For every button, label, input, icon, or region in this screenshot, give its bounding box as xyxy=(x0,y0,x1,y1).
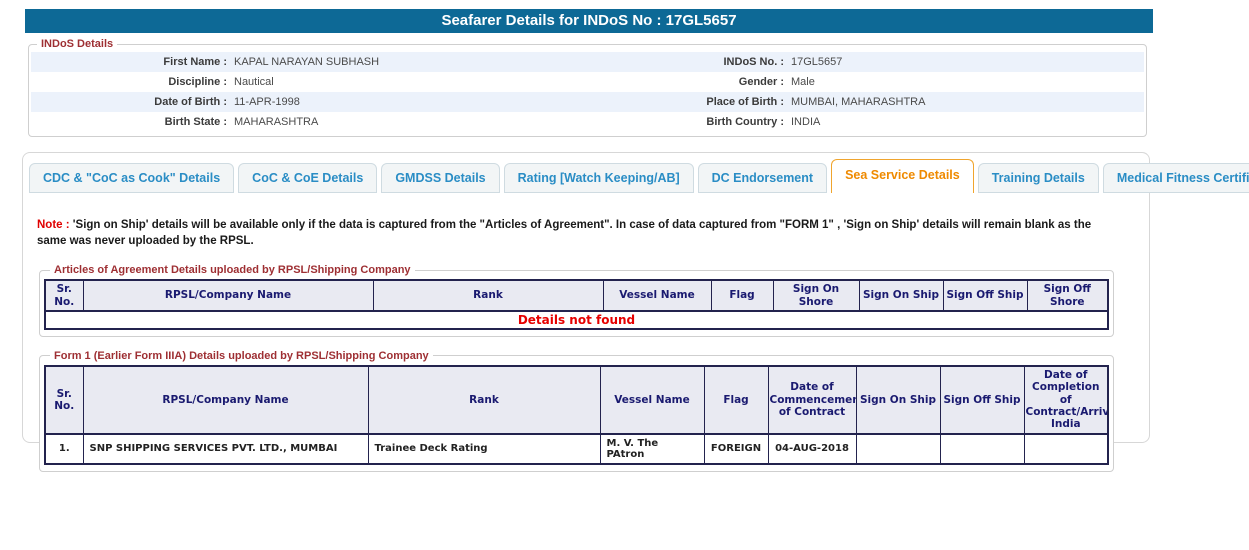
form1-col-date-commencement: Date of Commencement of Contract xyxy=(768,366,856,434)
gender-label: Gender : xyxy=(636,76,791,88)
note-prefix: Note : xyxy=(37,219,70,231)
indos-details-section: INDoS Details First Name : KAPAL NARAYAN… xyxy=(28,38,1147,137)
indos-details-legend: INDoS Details xyxy=(37,38,117,50)
articles-table: Sr. No. RPSL/Company Name Rank Vessel Na… xyxy=(44,279,1109,330)
indos-row-state: Birth State : MAHARASHTRA Birth Country … xyxy=(31,112,1144,132)
form1-col-date-completion: Date of Completion of Contract/Arriving … xyxy=(1024,366,1108,434)
form1-col-flag: Flag xyxy=(704,366,768,434)
tab-training-details[interactable]: Training Details xyxy=(978,163,1099,193)
indos-no-value: 17GL5657 xyxy=(791,56,1144,68)
form1-col-sr-no: Sr. No. xyxy=(45,366,83,434)
details-not-found-message: Details not found xyxy=(45,311,1108,329)
articles-col-sign-on-shore: Sign On Shore xyxy=(773,280,859,311)
form1-col-sign-on-ship: Sign On Ship xyxy=(856,366,940,434)
form1-cell-sr-no: 1. xyxy=(45,434,83,464)
form1-data-row: 1. SNP SHIPPING SERVICES PVT. LTD., MUMB… xyxy=(45,434,1108,464)
articles-of-agreement-section: Articles of Agreement Details uploaded b… xyxy=(39,264,1114,337)
form1-cell-date-commencement: 04-AUG-2018 xyxy=(768,434,856,464)
form1-header-row: Sr. No. RPSL/Company Name Rank Vessel Na… xyxy=(45,366,1108,434)
articles-col-flag: Flag xyxy=(711,280,773,311)
form1-col-rank: Rank xyxy=(368,366,600,434)
form1-section: Form 1 (Earlier Form IIIA) Details uploa… xyxy=(39,350,1114,472)
form1-cell-rank: Trainee Deck Rating xyxy=(368,434,600,464)
place-of-birth-value: MUMBAI, MAHARASHTRA xyxy=(791,96,1144,108)
articles-col-sign-off-shore: Sign Off Shore xyxy=(1027,280,1108,311)
page-title: Seafarer Details for INDoS No : 17GL5657 xyxy=(25,9,1153,33)
gender-value: Male xyxy=(791,76,1144,88)
form1-col-company: RPSL/Company Name xyxy=(83,366,368,434)
form1-col-vessel: Vessel Name xyxy=(600,366,704,434)
indos-row-birth: Date of Birth : 11-APR-1998 Place of Bir… xyxy=(31,92,1144,112)
tab-coc-coe[interactable]: CoC & CoE Details xyxy=(238,163,377,193)
birth-country-label: Birth Country : xyxy=(636,116,791,128)
articles-col-company: RPSL/Company Name xyxy=(83,280,373,311)
articles-col-rank: Rank xyxy=(373,280,603,311)
tab-gmdss[interactable]: GMDSS Details xyxy=(381,163,499,193)
discipline-value: Nautical xyxy=(234,76,636,88)
tab-sea-service-details[interactable]: Sea Service Details xyxy=(831,159,974,193)
tab-bar: CDC & "CoC as Cook" Details CoC & CoE De… xyxy=(29,159,1149,193)
tab-dc-endorsement[interactable]: DC Endorsement xyxy=(698,163,827,193)
first-name-value: KAPAL NARAYAN SUBHASH xyxy=(234,56,636,68)
form1-cell-sign-off-ship xyxy=(940,434,1024,464)
birth-state-label: Birth State : xyxy=(31,116,234,128)
birth-country-value: INDIA xyxy=(791,116,1144,128)
articles-empty-row: Details not found xyxy=(45,311,1108,329)
tab-panel: CDC & "CoC as Cook" Details CoC & CoE De… xyxy=(22,152,1150,443)
indos-row-discipline: Discipline : Nautical Gender : Male xyxy=(31,72,1144,92)
articles-legend: Articles of Agreement Details uploaded b… xyxy=(50,264,415,276)
tab-medical-fitness[interactable]: Medical Fitness Certificate xyxy=(1103,163,1249,193)
indos-no-label: INDoS No. : xyxy=(636,56,791,68)
articles-col-sign-off-ship: Sign Off Ship xyxy=(943,280,1027,311)
form1-cell-date-completion xyxy=(1024,434,1108,464)
articles-col-vessel: Vessel Name xyxy=(603,280,711,311)
birth-state-value: MAHARASHTRA xyxy=(234,116,636,128)
form1-cell-vessel: M. V. The PAtron xyxy=(600,434,704,464)
discipline-label: Discipline : xyxy=(31,76,234,88)
form1-cell-flag: FOREIGN xyxy=(704,434,768,464)
form1-cell-sign-on-ship xyxy=(856,434,940,464)
form1-table: Sr. No. RPSL/Company Name Rank Vessel Na… xyxy=(44,365,1109,465)
articles-header-row: Sr. No. RPSL/Company Name Rank Vessel Na… xyxy=(45,280,1108,311)
articles-col-sr-no: Sr. No. xyxy=(45,280,83,311)
first-name-label: First Name : xyxy=(31,56,234,68)
dob-label: Date of Birth : xyxy=(31,96,234,108)
form1-legend: Form 1 (Earlier Form IIIA) Details uploa… xyxy=(50,350,433,362)
note-text: 'Sign on Ship' details will be available… xyxy=(37,219,1091,247)
articles-col-sign-on-ship: Sign On Ship xyxy=(859,280,943,311)
tab-cdc-coc-as-cook[interactable]: CDC & "CoC as Cook" Details xyxy=(29,163,234,193)
sign-on-ship-note: Note : 'Sign on Ship' details will be av… xyxy=(37,217,1107,249)
place-of-birth-label: Place of Birth : xyxy=(636,96,791,108)
tab-rating-watch-keeping[interactable]: Rating [Watch Keeping/AB] xyxy=(504,163,694,193)
form1-col-sign-off-ship: Sign Off Ship xyxy=(940,366,1024,434)
dob-value: 11-APR-1998 xyxy=(234,96,636,108)
indos-row-name: First Name : KAPAL NARAYAN SUBHASH INDoS… xyxy=(31,52,1144,72)
seafarer-details-page: Seafarer Details for INDoS No : 17GL5657… xyxy=(0,0,1249,550)
form1-cell-company: SNP SHIPPING SERVICES PVT. LTD., MUMBAI xyxy=(83,434,368,464)
